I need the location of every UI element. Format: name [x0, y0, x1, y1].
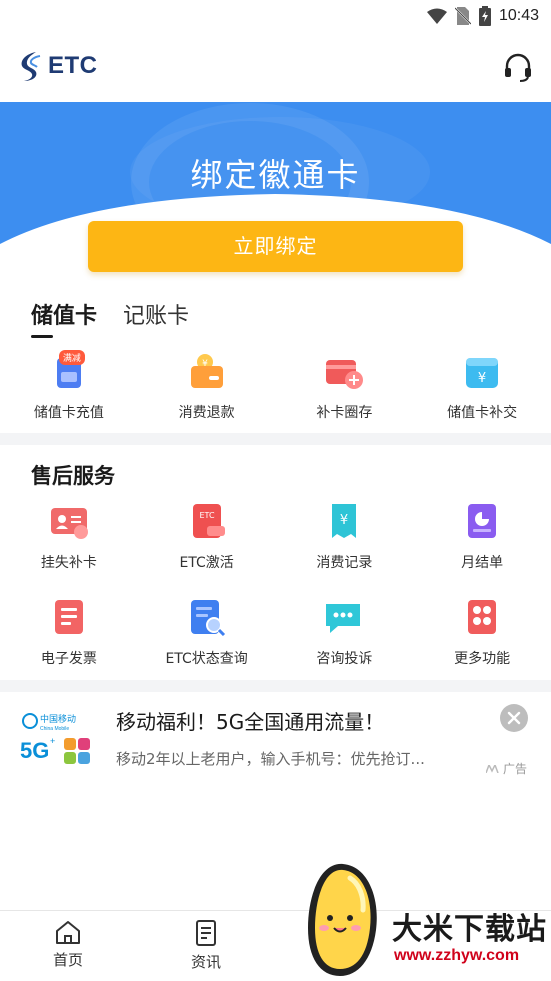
e-invoice-icon	[47, 596, 91, 640]
discount-badge: 满减	[58, 350, 85, 365]
section-divider	[0, 433, 551, 445]
bind-now-button[interactable]: 立即绑定	[88, 221, 463, 272]
card-feature-grid: 满减 储值卡充值 ¥ 消费退款 补卡圈存 ¥ 储值卡补交	[0, 350, 551, 422]
tab-account-card[interactable]: 记账卡	[123, 298, 189, 330]
feature-refund[interactable]: ¥ 消费退款	[138, 350, 276, 422]
card-type-tabs: 储值卡 记账卡	[31, 298, 189, 338]
feature-e-invoice[interactable]: 电子发票	[0, 596, 138, 668]
nav-news[interactable]: 资讯	[176, 919, 236, 972]
feature-card-topup[interactable]: 补卡圈存	[276, 350, 414, 422]
feature-consumption-record[interactable]: ¥ 消费记录	[276, 500, 414, 572]
ad-banner[interactable]: 中国移动 China Mobile 5G + 移动福利！5G全国通用流量！ 移动…	[0, 692, 551, 802]
china-mobile-5g-logo: 中国移动 China Mobile 5G +	[20, 712, 100, 768]
ad-tag-label: 广告	[502, 762, 527, 776]
feature-label: ETC激活	[179, 555, 234, 571]
after-sales-grid-row-2: 电子发票 ETC状态查询 咨询投诉 更多功能	[0, 596, 551, 668]
feature-label: 咨询投诉	[316, 651, 373, 667]
feature-card-recharge[interactable]: 满减 储值卡充值	[0, 350, 138, 422]
feature-label: 电子发票	[40, 651, 97, 667]
svg-text:¥: ¥	[478, 371, 486, 386]
etc-logo: ETC	[16, 50, 98, 82]
home-icon	[56, 921, 80, 944]
svg-text:ETC: ETC	[199, 511, 214, 520]
feature-label: 月结单	[461, 555, 504, 571]
ad-tag: 广告	[485, 760, 527, 777]
etc-logo-icon	[21, 52, 41, 81]
feature-report-loss[interactable]: 挂失补卡	[0, 500, 138, 572]
etc-status-query-icon	[185, 596, 229, 640]
etc-activate-icon: ETC	[185, 500, 229, 544]
nav-home[interactable]: 首页	[38, 919, 98, 970]
yuan-bag-icon: ¥	[460, 350, 504, 394]
svg-text:5G: 5G	[20, 738, 49, 763]
feature-label: 更多功能	[454, 651, 511, 667]
ad-description: 移动2年以上老用户，输入手机号：优先抢订...	[116, 750, 425, 768]
consult-complaint-icon	[322, 596, 366, 640]
nav-news-label: 资讯	[190, 953, 221, 971]
feature-label: 储值卡充值	[33, 405, 104, 421]
battery-icon	[478, 6, 491, 26]
ad-close-button[interactable]	[500, 704, 528, 732]
wifi-icon	[426, 8, 447, 24]
feature-label: ETC状态查询	[165, 651, 248, 667]
card-recharge-icon: 满减	[47, 350, 91, 394]
watermark-text: 大米下载站	[392, 912, 547, 947]
site-watermark: 大米下载站 www.zzhyw.com	[300, 858, 551, 981]
ad-brand-cn: 中国移动	[40, 713, 76, 725]
monthly-statement-icon	[460, 500, 504, 544]
after-sales-grid-row-1: 挂失补卡 ETC ETC激活 ¥ 消费记录 月结单	[0, 500, 551, 572]
no-sim-icon	[454, 7, 471, 25]
feature-etc-activate[interactable]: ETC ETC激活	[138, 500, 276, 572]
consumption-record-icon: ¥	[322, 500, 366, 544]
feature-more-functions[interactable]: 更多功能	[413, 596, 551, 668]
ad-title: 移动福利！5G全国通用流量！	[116, 710, 385, 734]
app-header: ETC	[0, 32, 551, 102]
refund-wallet-icon: ¥	[185, 350, 229, 394]
watermark-url: www.zzhyw.com	[394, 947, 520, 964]
status-time: 10:43	[498, 7, 539, 24]
news-icon	[196, 920, 216, 946]
ad-brand-en: China Mobile	[40, 726, 69, 732]
report-loss-icon	[47, 500, 91, 544]
feature-stored-card-supplement[interactable]: ¥ 储值卡补交	[413, 350, 551, 422]
svg-text:¥: ¥	[340, 513, 348, 528]
svg-text:+: +	[50, 736, 55, 746]
nav-home-label: 首页	[52, 951, 83, 969]
rice-mascot-icon	[308, 863, 377, 976]
feature-etc-status-query[interactable]: ETC状态查询	[138, 596, 276, 668]
after-sales-title: 售后服务	[31, 464, 115, 488]
feature-label: 消费退款	[178, 405, 235, 421]
status-bar: 10:43	[0, 0, 551, 32]
customer-service-button[interactable]	[501, 50, 535, 84]
section-divider	[0, 680, 551, 692]
status-icons: 10:43	[426, 4, 539, 28]
feature-label: 消费记录	[316, 555, 373, 571]
feature-monthly-statement[interactable]: 月结单	[413, 500, 551, 572]
more-functions-icon	[460, 596, 504, 640]
feature-label: 储值卡补交	[447, 405, 518, 421]
logo-text: ETC	[48, 52, 98, 79]
card-topup-icon	[322, 350, 366, 394]
headset-icon	[505, 53, 531, 82]
feature-label: 补卡圈存	[316, 405, 373, 421]
feature-label: 挂失补卡	[40, 555, 97, 571]
banner-title: 绑定徽通卡	[190, 156, 361, 194]
feature-consult-complaint[interactable]: 咨询投诉	[276, 596, 414, 668]
tab-stored-value-card[interactable]: 储值卡	[31, 298, 97, 338]
close-icon	[507, 711, 521, 725]
ad-source-icon	[485, 764, 499, 773]
